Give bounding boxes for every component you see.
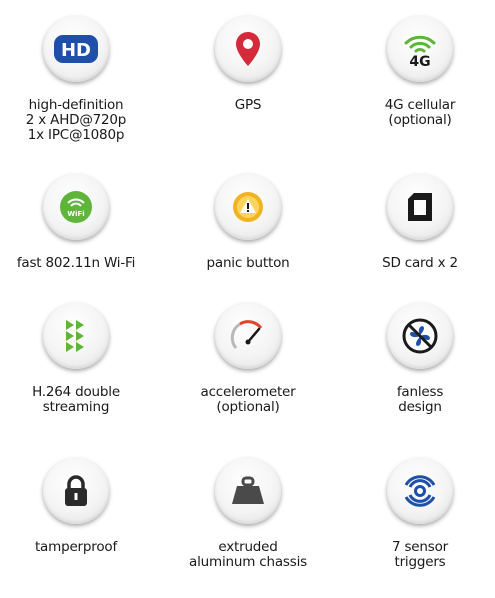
cellular-4g-icon: 4G — [387, 16, 453, 82]
feature-label: fast 802.11n Wi-Fi — [16, 255, 136, 271]
weight-icon — [215, 458, 281, 524]
wifi-icon: WiFi — [43, 174, 109, 240]
feature-aluminum-chassis: extruded aluminum chassis — [158, 458, 338, 598]
feature-gps: GPS — [158, 16, 338, 156]
padlock-icon — [43, 458, 109, 524]
svg-text:WiFi: WiFi — [67, 210, 84, 218]
speedometer-icon — [215, 303, 281, 369]
feature-panic-button: panic button — [158, 174, 338, 314]
feature-label: accelerometer (optional) — [200, 384, 296, 415]
feature-h264-streaming: H.264 double streaming — [0, 303, 166, 443]
sd-card-icon — [387, 174, 453, 240]
feature-label: H.264 double streaming — [32, 384, 120, 415]
svg-text:4G: 4G — [409, 54, 430, 67]
hd-icon: HD — [43, 16, 109, 82]
feature-accelerometer: accelerometer (optional) — [158, 303, 338, 443]
feature-tamperproof: tamperproof — [0, 458, 166, 598]
svg-text:HD: HD — [61, 40, 91, 61]
feature-label: panic button — [206, 255, 290, 271]
feature-grid: HD high-definition 2 x AHD@720p 1x IPC@1… — [0, 0, 495, 576]
sensor-icon — [387, 458, 453, 524]
feature-label: SD card x 2 — [382, 255, 458, 271]
feature-sensor-triggers: 7 sensor triggers — [330, 458, 495, 598]
feature-label: high-definition 2 x AHD@720p 1x IPC@1080… — [25, 97, 127, 143]
panic-alert-icon — [215, 174, 281, 240]
location-pin-icon — [215, 16, 281, 82]
feature-4g-cellular: 4G 4G cellular (optional) — [330, 16, 495, 156]
feature-label: GPS — [234, 97, 262, 113]
feature-label: 7 sensor triggers — [391, 539, 449, 570]
feature-label: extruded aluminum chassis — [189, 539, 307, 570]
fan-icon — [387, 303, 453, 369]
feature-label: 4G cellular (optional) — [384, 97, 456, 128]
feature-label: fanless design — [396, 384, 444, 415]
streaming-icon — [43, 303, 109, 369]
feature-high-definition: HD high-definition 2 x AHD@720p 1x IPC@1… — [0, 16, 166, 156]
feature-sd-card: SD card x 2 — [330, 174, 495, 314]
feature-wifi: WiFi fast 802.11n Wi-Fi — [0, 174, 166, 314]
feature-label: tamperproof — [34, 539, 118, 555]
feature-fanless-design: fanless design — [330, 303, 495, 443]
